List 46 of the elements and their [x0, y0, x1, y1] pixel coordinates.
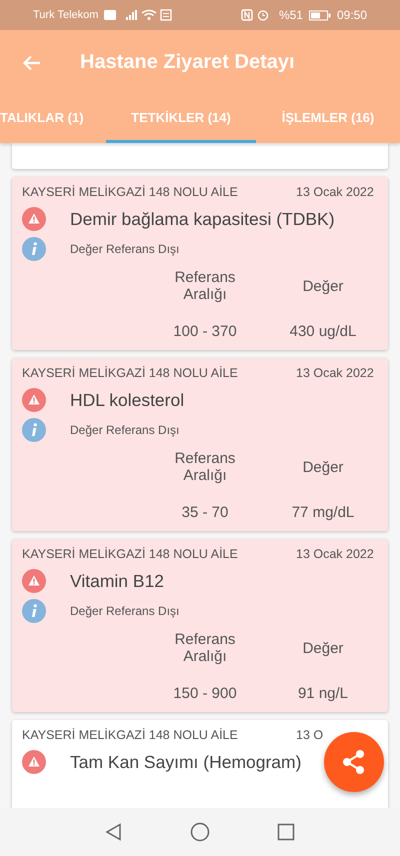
- warning-icon: [22, 569, 46, 593]
- info-icon: [22, 237, 46, 261]
- out-of-range-note: Değer Referans Dışı: [70, 423, 180, 437]
- column-header: Referans Aralığı: [174, 269, 236, 303]
- column-header: Değer: [302, 458, 344, 476]
- result-card[interactable]: KAYSERİ MELİKGAZİ 148 NOLU AİLE 13 Ocak 2022 Demir bağlama kapasitesi (TDBK) Değer Referans Dışı Referans Aralığı Değer 100 - 370 430 ug/dL: [12, 177, 388, 350]
- battery-percent: %51: [278, 8, 303, 22]
- home-icon[interactable]: [190, 822, 210, 842]
- facility-name: KAYSERİ MELİKGAZİ 148 NOLU AİLE: [22, 728, 238, 744]
- test-date: 13 Ocak 2022: [296, 366, 375, 382]
- test-name: Vitamin B12: [70, 570, 164, 592]
- test-date: 13 Ocak 2022: [296, 185, 375, 201]
- warning-icon: [22, 750, 46, 774]
- warning-icon: [22, 207, 46, 231]
- reference-range: 100 - 370: [173, 323, 237, 340]
- column-header: Referans Aralığı: [174, 631, 236, 665]
- result-value: 430 ug/dL: [290, 323, 356, 340]
- result-card[interactable]: KAYSERİ MELİKGAZİ 148 NOLU AİLE 13 Ocak 2022 Vitamin B12 Değer Referans Dışı Referans Aralığı Değer 150 - 900 91 ng/L: [12, 539, 388, 712]
- recent-apps-icon[interactable]: [276, 822, 296, 842]
- column-header: Referans Aralığı: [174, 450, 236, 484]
- reference-range: 150 - 900: [173, 685, 237, 702]
- warning-icon: [22, 388, 46, 412]
- info-icon: [22, 599, 46, 623]
- result-card[interactable]: KAYSERİ MELİKGAZİ 148 NOLU AİLE 13 Ocak 2022 HDL kolesterol Değer Referans Dışı Referans Aralığı Değer 35 - 70 77 mg/dL: [12, 358, 388, 531]
- test-date: 13 Ocak 2022: [296, 547, 375, 563]
- battery-icon: [308, 10, 331, 20]
- screen-title: Hastane Ziyaret Detayı: [80, 51, 295, 74]
- clock-time: 09:50: [336, 8, 367, 22]
- facility-name: KAYSERİ MELİKGAZİ 148 NOLU AİLE: [22, 185, 238, 201]
- test-name: Tam Kan Sayımı (Hemogram): [70, 752, 302, 772]
- result-value: 77 mg/dL: [292, 504, 354, 521]
- back-icon[interactable]: [104, 822, 124, 842]
- test-name: Demir bağlama kapasitesi (TDBK): [70, 208, 335, 230]
- result-value: 91 ng/L: [298, 685, 348, 702]
- carrier-name: Turk Telekom: [33, 9, 98, 21]
- out-of-range-note: Değer Referans Dışı: [70, 604, 180, 618]
- column-header: Değer: [302, 278, 344, 294]
- test-date: 13 O: [296, 728, 324, 744]
- out-of-range-note: Değer Referans Dışı: [70, 242, 180, 256]
- info-icon: [22, 418, 46, 442]
- test-name: HDL kolesterol: [70, 390, 184, 410]
- facility-name: KAYSERİ MELİKGAZİ 148 NOLU AİLE: [22, 547, 238, 563]
- facility-name: KAYSERİ MELİKGAZİ 148 NOLU AİLE: [22, 366, 238, 382]
- signal-wifi-icon: [104, 9, 174, 21]
- column-header: Değer: [302, 640, 344, 656]
- reference-range: 35 - 70: [182, 504, 228, 521]
